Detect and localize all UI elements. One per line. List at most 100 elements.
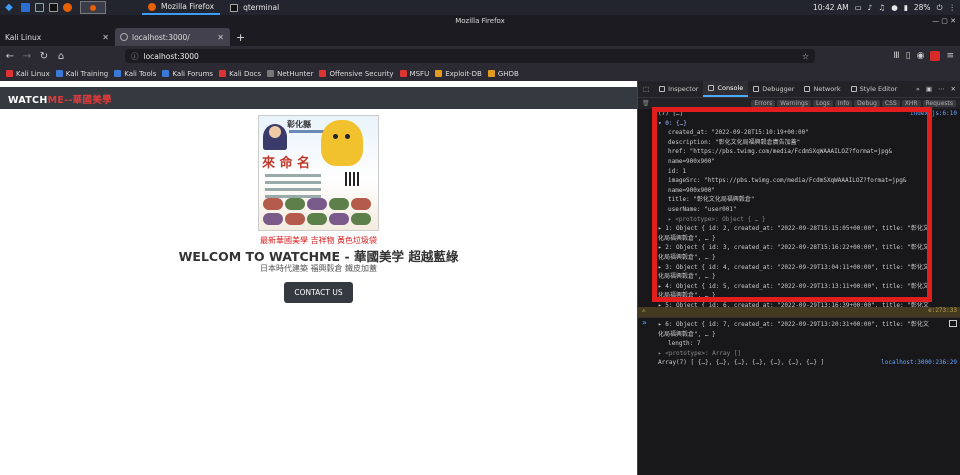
console-input[interactable]: » <box>638 317 960 329</box>
contact-us-button[interactable]: CONTACT US <box>284 282 353 303</box>
bookmark-label: Kali Docs <box>229 69 262 78</box>
tab-console[interactable]: Console <box>703 81 749 97</box>
tab-localhost[interactable]: localhost:3000/ ✕ <box>115 28 230 46</box>
tab-network[interactable]: Network <box>799 81 845 97</box>
brand-white-text: WATCH <box>8 95 48 106</box>
bookmark-label: GHDB <box>497 69 519 78</box>
firefox-launcher-icon[interactable] <box>63 3 72 12</box>
filter-xhr[interactable]: XHR <box>901 100 921 107</box>
taskbar-terminal[interactable]: qterminal <box>224 0 285 15</box>
reload-icon[interactable]: ↻ <box>37 51 51 62</box>
sidebar-icon[interactable]: ▯ <box>906 51 911 61</box>
speaker-icon[interactable]: ♪ <box>868 3 873 12</box>
clock[interactable]: 10:42 AM <box>813 3 849 12</box>
style-editor-icon <box>850 86 857 92</box>
devtools-panel: ⬚ Inspector Console Debugger Network Sty… <box>637 81 960 475</box>
options-icon[interactable]: ⋯ <box>938 85 945 93</box>
split-console-icon[interactable] <box>949 320 957 327</box>
more-icon[interactable]: ⋮ <box>949 3 957 12</box>
bookmark-label: Kali Linux <box>16 69 50 78</box>
close-tab-icon[interactable]: ✕ <box>102 33 109 42</box>
extension-icon[interactable] <box>930 51 941 61</box>
bookmark-label: Kali Tools <box>124 69 157 78</box>
filter-debug[interactable]: Debug <box>854 100 880 107</box>
library-icon[interactable]: Ⅲ <box>893 51 899 61</box>
warning-source-link[interactable]: e:273:33 <box>928 307 957 314</box>
bookmark-item[interactable]: MSFU <box>399 70 429 78</box>
site-info-icon[interactable]: ⓘ <box>131 51 139 62</box>
file-manager-icon[interactable] <box>35 3 44 12</box>
back-icon[interactable]: ← <box>3 51 17 62</box>
bookmark-item[interactable]: Kali Training <box>55 69 109 78</box>
power-icon[interactable]: ⏻ <box>937 3 943 13</box>
close-devtools-icon[interactable]: ✕ <box>951 85 956 93</box>
filter-warnings[interactable]: Warnings <box>777 100 811 107</box>
console-line-text: ▸ <prototype>: Array [] <box>658 349 742 357</box>
page-subtext: 日本時代建築 福興穀倉 鐵皮加蓋 <box>259 264 378 273</box>
taskbar-label: qterminal <box>243 3 280 12</box>
console-warning-row[interactable]: ⚠ e:273:33 <box>638 307 960 317</box>
poster-face <box>269 126 281 138</box>
battery-percent[interactable]: 28% <box>914 3 931 12</box>
menu-icon[interactable]: ≡ <box>946 51 954 61</box>
tab-inspector[interactable]: Inspector <box>654 81 703 97</box>
bookmark-item[interactable]: GHDB <box>487 69 519 78</box>
bookmark-item[interactable]: Kali Linux <box>6 70 50 78</box>
bookmark-label: Kali Training <box>65 69 109 78</box>
lock-icon[interactable]: ● <box>891 3 898 12</box>
bookmark-label: Exploit-DB <box>445 69 482 78</box>
bookmark-item[interactable]: Kali Forums <box>162 70 213 78</box>
tab-debugger[interactable]: Debugger <box>748 81 799 97</box>
url-bar[interactable]: ⓘ localhost:3000 ☆ <box>125 49 815 63</box>
home-icon[interactable]: ⌂ <box>54 51 68 62</box>
terminal-launcher-icon[interactable] <box>49 3 58 12</box>
console-source-link[interactable]: localhost:3000:236:29 <box>881 358 957 368</box>
workspace-switcher[interactable] <box>80 1 106 14</box>
kali-menu-icon[interactable]: ◆ <box>2 1 16 14</box>
top-panel: ◆ Mozilla Firefox qterminal 10:42 AM ▭ ♪… <box>0 0 960 15</box>
bookmark-label: NetHunter <box>277 69 314 78</box>
display-icon[interactable]: ▭ <box>855 3 862 12</box>
console-line[interactable]: ▸ <prototype>: Array [] <box>638 349 960 359</box>
notification-bell-icon[interactable]: ♫ <box>878 3 885 12</box>
trash-icon[interactable]: 🗑 <box>642 100 650 107</box>
tab-style-editor[interactable]: Style Editor <box>846 81 903 97</box>
filter-css[interactable]: CSS <box>881 100 900 107</box>
console-line-text: length: 7 <box>668 340 701 348</box>
brand-red-text: ME--華國美學 <box>47 95 112 106</box>
filter-logs[interactable]: Logs <box>812 100 833 107</box>
taskbar-firefox[interactable]: Mozilla Firefox <box>142 0 221 15</box>
tab-kali-linux[interactable]: Kali Linux ✕ <box>0 28 115 46</box>
overflow-chevron-icon[interactable]: » <box>916 85 920 93</box>
firefox-icon <box>90 4 96 11</box>
tab-label: Inspector <box>668 85 699 93</box>
url-text[interactable]: localhost:3000 <box>144 52 199 61</box>
bookmark-item[interactable]: Kali Tools <box>114 70 156 78</box>
filter-requests[interactable]: Requests <box>922 100 956 107</box>
bookmark-item[interactable]: Kali Docs <box>219 70 261 78</box>
bookmark-icon <box>6 70 13 77</box>
site-brand[interactable]: WATCHME--華國美學 <box>8 92 112 106</box>
close-tab-icon[interactable]: ✕ <box>217 33 224 42</box>
bookmark-icon <box>114 70 122 77</box>
show-desktop-icon[interactable] <box>21 3 30 12</box>
bookmark-icon <box>399 70 407 77</box>
filter-info[interactable]: Info <box>834 100 853 107</box>
console-line-text: Array(7) [ {…}, {…}, {…}, {…}, {…}, {…},… <box>658 359 825 367</box>
element-picker-icon[interactable]: ⬚ <box>638 81 654 97</box>
console-line[interactable]: Array(7) [ {…}, {…}, {…}, {…}, {…}, {…},… <box>638 358 960 368</box>
window-controls[interactable]: — ▢ ✕ <box>932 15 956 28</box>
console-line[interactable]: length: 7 <box>638 339 960 349</box>
bookmarks-toolbar: Kali Linux Kali Training Kali Tools Kali… <box>0 66 960 81</box>
bookmark-icon <box>267 70 275 77</box>
filter-errors[interactable]: Errors <box>751 100 776 107</box>
dock-icon[interactable]: ▣ <box>926 85 932 93</box>
bookmark-item[interactable]: NetHunter <box>267 70 313 78</box>
forward-icon[interactable]: → <box>20 51 34 62</box>
bookmark-item[interactable]: Exploit-DB <box>435 70 482 78</box>
account-icon[interactable]: ◉ <box>917 51 925 61</box>
bookmark-star-icon[interactable]: ☆ <box>802 52 809 61</box>
new-tab-icon[interactable]: + <box>236 31 245 44</box>
console-line[interactable]: 化局福興穀倉", … } <box>638 330 960 340</box>
bookmark-item[interactable]: Offensive Security <box>319 70 394 78</box>
